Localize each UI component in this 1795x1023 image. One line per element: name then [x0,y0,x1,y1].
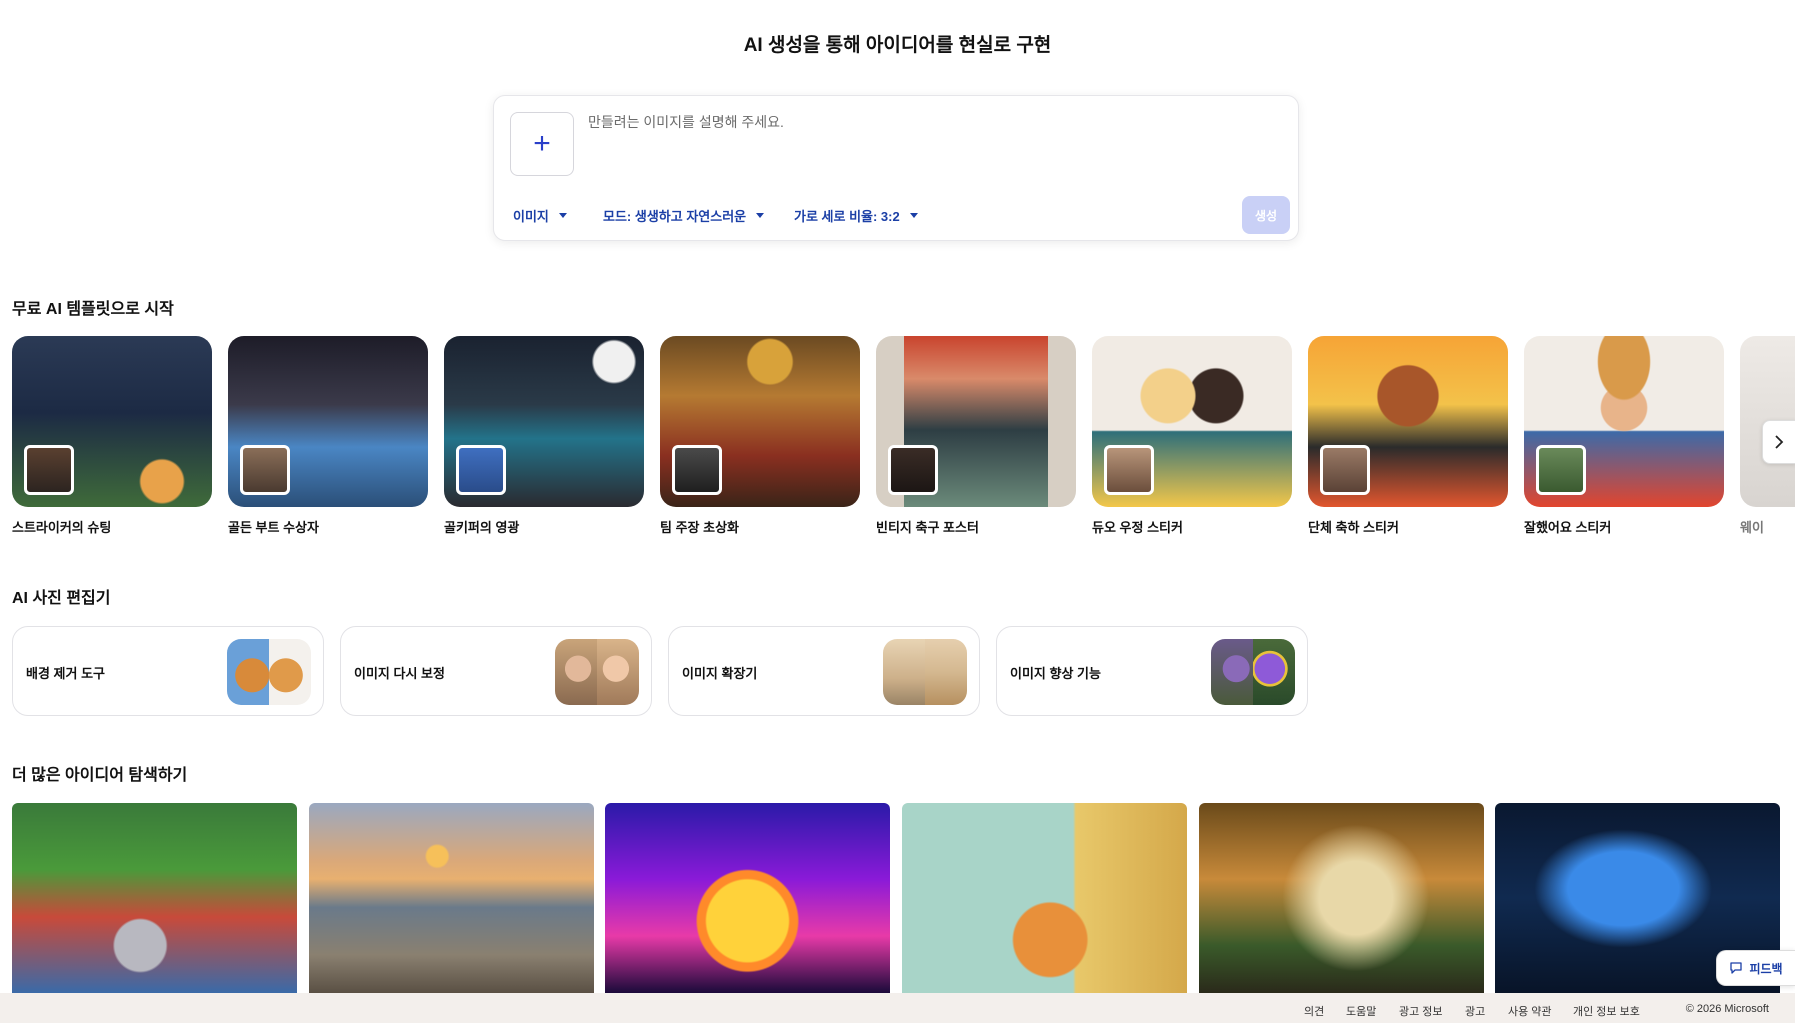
avatar [672,445,722,495]
caret-down-icon [909,213,918,218]
carousel-next-button[interactable] [1762,420,1795,464]
template-image [444,336,644,507]
avatar [1536,445,1586,495]
avatar [24,445,74,495]
template-card[interactable]: 골든 부트 수상자 [228,336,428,536]
editor-title: AI 사진 편집기 [12,590,111,607]
template-label: 잘했어요 스티커 [1524,520,1612,535]
image-retouch-card[interactable]: 이미지 다시 보정 [340,626,652,716]
plus-icon: + [533,127,551,160]
aspect-ratio-dropdown[interactable]: 가로 세로 비율: 3:2 [794,206,918,225]
avatar [240,445,290,495]
template-image [660,336,860,507]
template-image [12,336,212,507]
footer-link-ad-info[interactable]: 광고 정보 [1399,1003,1443,1019]
prompt-input[interactable] [588,114,1268,130]
editor-thumbnail [555,639,639,705]
template-label: 팀 주장 초상화 [660,520,739,535]
footer-link-help[interactable]: 도움말 [1346,1003,1376,1019]
template-card[interactable]: 골키퍼의 영광 [444,336,644,536]
mode-dropdown[interactable]: 모드: 생생하고 자연스러운 [603,206,765,225]
avatar [1104,445,1154,495]
template-label: 골든 부트 수상자 [228,520,319,535]
editor-thumbnail [1211,639,1295,705]
caret-down-icon [558,213,567,218]
copyright: © 2026 Microsoft [1685,1003,1769,1015]
chat-bubble-icon [1730,962,1743,974]
image-expander-card[interactable]: 이미지 확장기 [668,626,980,716]
idea-image[interactable] [12,803,297,993]
template-image [1092,336,1292,507]
prompt-box: + 이미지 모드: 생생하고 자연스러운 가로 세로 비율: 3:2 생성 [493,95,1299,241]
template-label: 웨이 [1740,520,1764,535]
footer-link-terms[interactable]: 사용 약관 [1508,1003,1552,1019]
image-option-label: 이미지 [513,209,549,224]
template-label: 골키퍼의 영광 [444,520,520,535]
template-label: 듀오 우정 스티커 [1092,520,1183,535]
editor-card-label: 배경 제거 도구 [26,666,105,681]
idea-image[interactable] [1199,803,1484,993]
template-card[interactable]: 팀 주장 초상화 [660,336,860,536]
idea-image[interactable] [309,803,594,993]
aspect-ratio-label: 가로 세로 비율: 3:2 [794,209,900,224]
template-image [1308,336,1508,507]
ideas-title: 더 많은 아이디어 탐색하기 [12,767,188,784]
editor-thumbnail [883,639,967,705]
footer: 의견 도움말 광고 정보 광고 사용 약관 개인 정보 보호 © 2026 Mi… [0,993,1795,1023]
template-image [876,336,1076,507]
footer-link-privacy[interactable]: 개인 정보 보호 [1573,1003,1640,1019]
generate-button[interactable]: 생성 [1242,196,1290,234]
idea-image[interactable] [902,803,1187,993]
template-card[interactable]: 스트라이커의 슈팅 [12,336,212,536]
template-card[interactable]: 빈티지 축구 포스터 [876,336,1076,536]
template-label: 빈티지 축구 포스터 [876,520,979,535]
editor-thumbnail [227,639,311,705]
feedback-button[interactable]: 피드백 [1716,950,1795,986]
chevron-right-icon [1775,435,1784,449]
template-carousel: 스트라이커의 슈팅 골든 부트 수상자 골키퍼의 영광 팀 주장 초상화 빈티지… [12,336,1795,536]
ideas-gallery [12,803,1795,993]
caret-down-icon [756,213,765,218]
page-title: AI 생성을 통해 아이디어를 현실로 구현 [743,35,1052,56]
templates-title: 무료 AI 템플릿으로 시작 [12,301,174,318]
editor-card-label: 이미지 확장기 [682,666,758,681]
idea-image[interactable] [605,803,890,993]
avatar [888,445,938,495]
footer-link-ads[interactable]: 광고 [1465,1003,1485,1019]
feedback-label: 피드백 [1749,961,1783,976]
avatar [1320,445,1370,495]
mode-label: 모드: 생생하고 자연스러운 [603,209,747,224]
template-card[interactable]: 잘했어요 스티커 [1524,336,1724,536]
template-label: 스트라이커의 슈팅 [12,520,112,535]
template-image [228,336,428,507]
template-card[interactable]: 듀오 우정 스티커 [1092,336,1292,536]
editor-card-label: 이미지 향상 기능 [1010,666,1101,681]
footer-link-opinion[interactable]: 의견 [1304,1003,1324,1019]
image-option-dropdown[interactable]: 이미지 [513,206,567,225]
template-label: 단체 축하 스티커 [1308,520,1399,535]
background-remover-card[interactable]: 배경 제거 도구 [12,626,324,716]
editor-card-label: 이미지 다시 보정 [354,666,445,681]
template-image [1524,336,1724,507]
add-image-button[interactable]: + [510,112,574,176]
image-enhancer-card[interactable]: 이미지 향상 기능 [996,626,1308,716]
avatar [456,445,506,495]
template-card[interactable]: 단체 축하 스티커 [1308,336,1508,536]
